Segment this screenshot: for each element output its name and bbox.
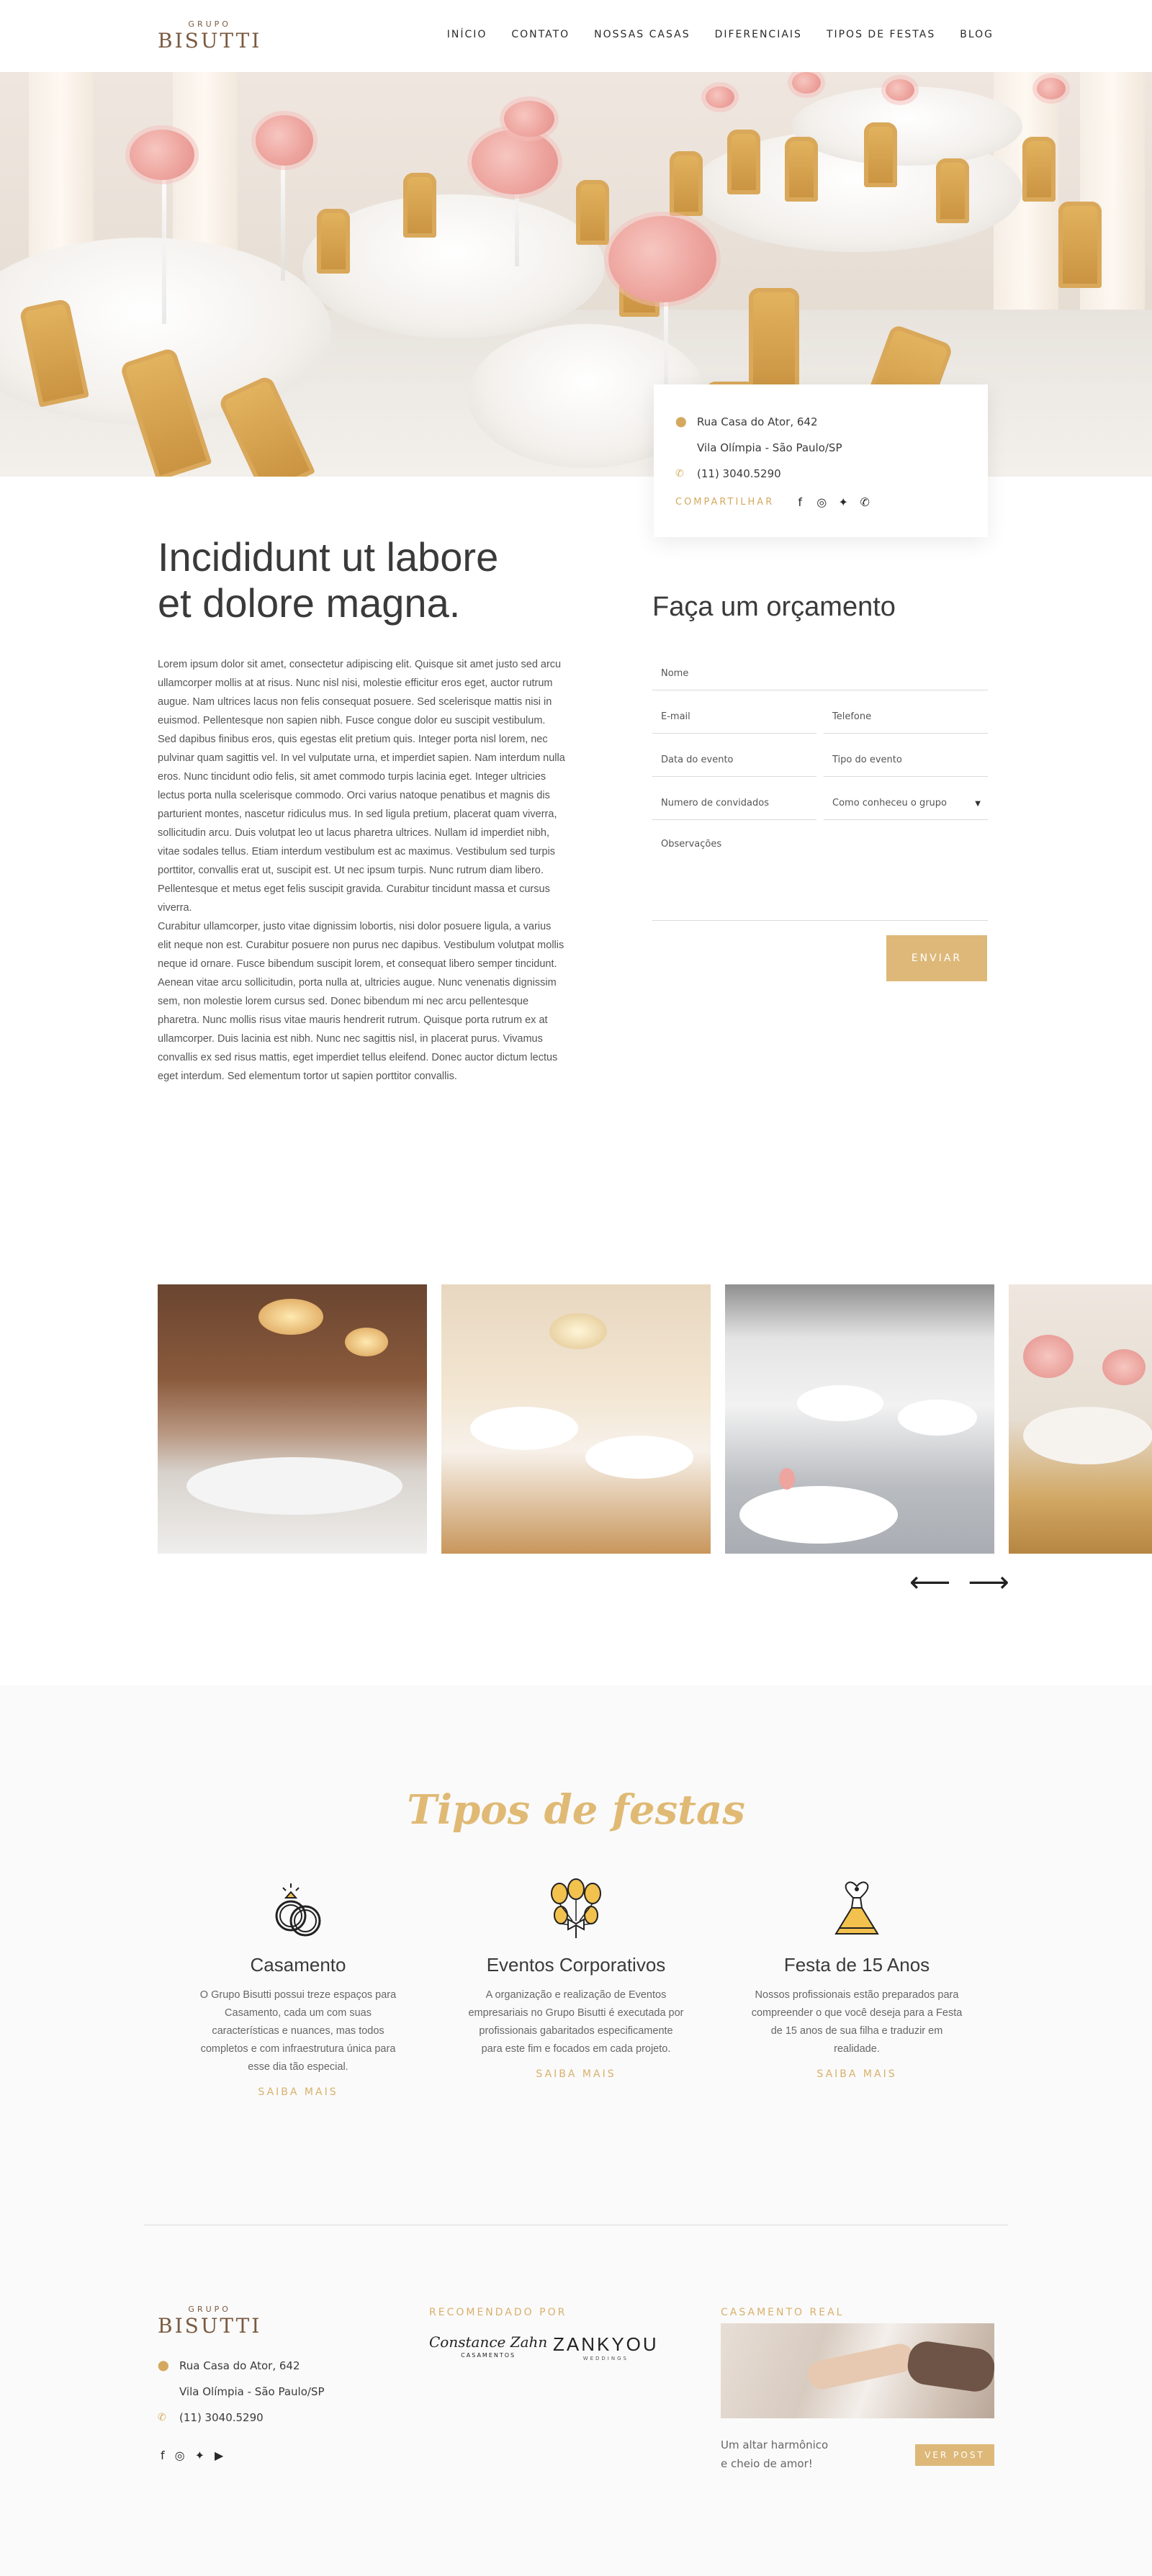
dress-icon (834, 1881, 879, 1935)
recommended-heading: RECOMENDADO POR (429, 2307, 567, 2318)
wedding-rings-icon (275, 1883, 321, 1937)
guests-field[interactable]: Numero de convidados (652, 787, 816, 820)
party-type-text: Nossos profissionais estão preparados pa… (751, 1989, 963, 2055)
footer-phone[interactable]: (11) 3040.5290 (179, 2411, 264, 2424)
phone-field[interactable]: Telefone (824, 701, 988, 734)
gallery-arrows: ⟵ ⟶ (909, 1568, 1009, 1597)
real-wedding-heading: CASAMENTO REAL (721, 2307, 845, 2318)
arrow-left-icon[interactable]: ⟵ (909, 1568, 950, 1597)
how-found-select[interactable]: Como conheceu o grupo ▼ (824, 787, 988, 820)
nav-item-tipos-de-festas[interactable]: TIPOS DE FESTAS (827, 29, 935, 40)
intro-paragraph: Lorem ipsum dolor sit amet, consectetur … (158, 659, 562, 726)
party-types-title: Tipos de festas (407, 1786, 745, 1834)
party-type-title: Casamento (250, 1954, 346, 1976)
gallery-image[interactable] (1009, 1284, 1152, 1554)
twitter-icon[interactable]: ✦ (195, 2449, 204, 2462)
nav-item-blog[interactable]: BLOG (960, 29, 994, 40)
instagram-icon[interactable]: ◎ (816, 495, 827, 509)
intro-paragraph: Curabitur ullamcorper, justo vitae digni… (158, 921, 564, 970)
intro-title: Incididunt ut labore et dolore magna. (158, 534, 499, 626)
logo-big-text: BISUTTI (158, 29, 262, 53)
party-type-card: Festa de 15 Anos Nossos profissionais es… (749, 1876, 965, 2080)
map-pin-icon: ⬤ (675, 416, 687, 428)
map-pin-icon: ⬤ (158, 2360, 169, 2372)
gallery-image[interactable] (725, 1284, 994, 1554)
phone-icon: ✆ (675, 468, 684, 479)
share-label: COMPARTILHAR (675, 497, 775, 508)
footer-logo[interactable]: GRUPO BISUTTI (158, 2305, 261, 2336)
gallery-carousel (158, 1284, 1152, 1554)
email-field[interactable]: E-mail (652, 701, 816, 734)
site-logo[interactable]: GRUPO BISUTTI (158, 20, 261, 51)
party-type-title: Festa de 15 Anos (783, 1954, 930, 1976)
partner-logo-constance-zahn[interactable]: Constance Zahn CASAMENTOS (429, 2333, 547, 2359)
phone-line: ✆ (11) 3040.5290 (675, 461, 966, 487)
view-post-button[interactable]: VER POST (915, 2444, 994, 2466)
form-title: Faça um orçamento (652, 592, 896, 622)
address-line: ⬤ Rua Casa do Ator, 642 (675, 409, 966, 435)
footer-contact: ⬤ Rua Casa do Ator, 642 Vila Olímpia - S… (158, 2353, 325, 2431)
real-wedding-image[interactable] (721, 2323, 994, 2418)
party-type-text: O Grupo Bisutti possui treze espaços par… (199, 1989, 397, 2073)
gallery-image[interactable] (158, 1284, 427, 1554)
twitter-icon[interactable]: ✦ (837, 495, 849, 509)
arrow-right-icon[interactable]: ⟶ (968, 1568, 1009, 1597)
party-type-card: Eventos Corporativos A organização e rea… (468, 1876, 684, 2080)
gallery-image[interactable] (441, 1284, 711, 1554)
main-nav: INÍCIO CONTATO NOSSAS CASAS DIFERENCIAIS… (447, 29, 994, 40)
saiba-mais-link[interactable]: SAIBA MAIS (190, 2086, 406, 2098)
intro-paragraph: Sed dapibus finibus eros, quis egestas e… (158, 734, 565, 914)
address-line2: Vila Olímpia - São Paulo/SP (697, 441, 842, 454)
phone-icon: ✆ (158, 2412, 166, 2423)
party-type-text: A organização e realização de Eventos em… (468, 1989, 684, 2055)
notes-textarea[interactable]: Observações (652, 830, 988, 921)
event-date-field[interactable]: Data do evento (652, 744, 816, 777)
facebook-icon[interactable]: f (794, 495, 806, 509)
saiba-mais-link[interactable]: SAIBA MAIS (468, 2068, 684, 2080)
address-line1: Rua Casa do Ator, 642 (697, 415, 818, 428)
saiba-mais-link[interactable]: SAIBA MAIS (749, 2068, 965, 2080)
phone-number[interactable]: (11) 3040.5290 (697, 467, 781, 480)
nav-item-inicio[interactable]: INÍCIO (447, 29, 487, 40)
nav-item-diferenciais[interactable]: DIFERENCIAIS (715, 29, 802, 40)
nav-item-contato[interactable]: CONTATO (511, 29, 570, 40)
share-row: COMPARTILHAR f ◎ ✦ ✆ (675, 495, 966, 509)
contact-card: ⬤ Rua Casa do Ator, 642 Vila Olímpia - S… (654, 384, 988, 537)
event-type-field[interactable]: Tipo do evento (824, 744, 988, 777)
partner-logo-zankyou[interactable]: ZANKYOU WEDDINGS (553, 2333, 659, 2361)
real-wedding-text: Um altar harmônico e cheio de amor! (721, 2438, 829, 2470)
nav-item-nossas-casas[interactable]: NOSSAS CASAS (594, 29, 690, 40)
youtube-icon[interactable]: ▶ (215, 2449, 223, 2462)
footer-address-line2: Vila Olímpia - São Paulo/SP (179, 2385, 325, 2398)
chevron-down-icon: ▼ (975, 800, 981, 808)
submit-button[interactable]: ENVIAR (886, 935, 987, 981)
site-header: GRUPO BISUTTI INÍCIO CONTATO NOSSAS CASA… (0, 0, 1152, 72)
balloons-icon (551, 1878, 601, 1938)
name-field[interactable]: Nome (652, 657, 988, 690)
party-types-section: Tipos de festas Casamento O Grupo Bisutt… (0, 1685, 1152, 2576)
party-type-card: Casamento O Grupo Bisutti possui treze e… (190, 1876, 406, 2098)
whatsapp-icon[interactable]: ✆ (859, 495, 870, 509)
party-type-title: Eventos Corporativos (486, 1954, 666, 1976)
intro-body: Lorem ipsum dolor sit amet, consectetur … (158, 655, 567, 1086)
address-line-2: Vila Olímpia - São Paulo/SP (675, 435, 966, 461)
instagram-icon[interactable]: ◎ (175, 2449, 185, 2462)
logo-small-text: GRUPO (188, 19, 231, 29)
footer-address-line1: Rua Casa do Ator, 642 (179, 2359, 300, 2372)
facebook-icon[interactable]: f (161, 2449, 165, 2462)
intro-paragraph: Aenean vitae arcu sollicitudin, porta nu… (158, 977, 558, 1082)
footer-social: f ◎ ✦ ▶ (161, 2449, 223, 2462)
